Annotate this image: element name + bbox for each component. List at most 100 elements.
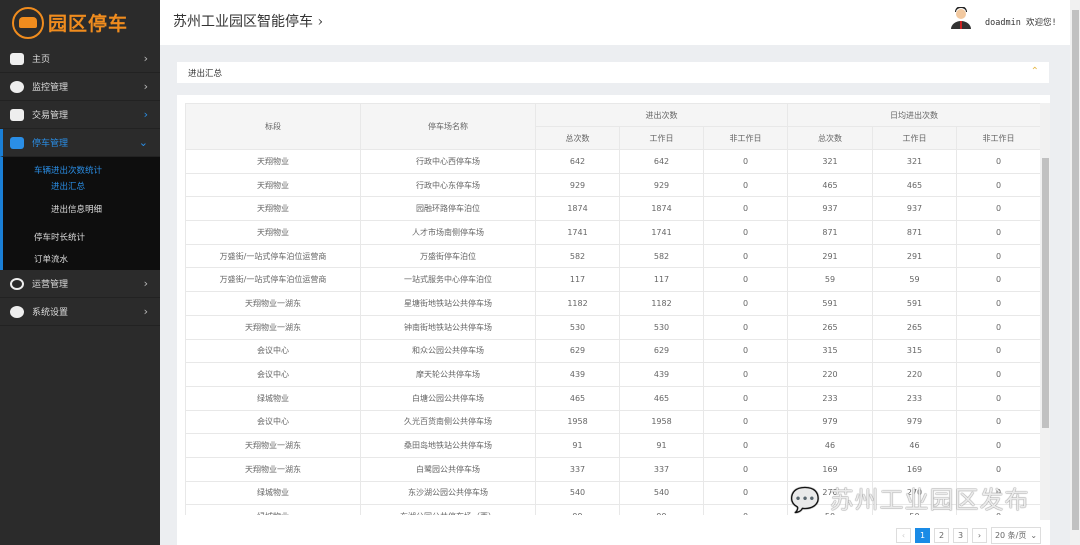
page-scrollbar[interactable] <box>1070 0 1080 545</box>
table-cell: 439 <box>619 362 704 387</box>
col-counts: 进出次数 <box>535 103 788 127</box>
table-cell: 929 <box>535 172 620 198</box>
sidebar-item-operations[interactable]: 运营管理 › <box>0 270 160 298</box>
submenu-detail[interactable]: 进出信息明细 <box>51 203 102 215</box>
submenu-orders[interactable]: 订单流水 <box>34 253 68 265</box>
header: 苏州工业园区智能停车 › doadmin 欢迎您! <box>160 0 1070 45</box>
table-row: 天翔物业 行政中心西停车场 642 642 0 321 321 0 <box>185 149 1040 174</box>
table-row: 会议中心 摩天轮公共停车场 439 439 0 220 220 0 <box>185 362 1040 387</box>
table-cell: 337 <box>619 456 704 482</box>
table-cell: 0 <box>955 291 1040 316</box>
table-cell: 0 <box>703 480 788 506</box>
handshake-icon <box>10 108 24 121</box>
label: 主页 <box>32 55 51 65</box>
table-row: 万盛街/一站式停车泊位运营商 一站式服务中心停车泊位 117 117 0 59 59 0 <box>185 267 1040 293</box>
page-3-button[interactable]: 3 <box>953 528 968 543</box>
table-cell: 629 <box>619 338 704 364</box>
table-cell: 117 <box>619 267 704 293</box>
table-cell: 937 <box>787 196 873 222</box>
submenu-group[interactable]: 车辆进出次数统计 <box>34 164 102 176</box>
table-cell: 315 <box>787 338 873 364</box>
table-cell: 万盛街停车泊位 <box>360 243 536 269</box>
table-row: 天翔物业 人才市场南侧停车场 1741 1741 0 871 871 0 <box>185 220 1040 245</box>
user-greeting: doadmin 欢迎您! <box>985 16 1057 28</box>
table-cell: 0 <box>955 409 1040 435</box>
sidebar-item-home[interactable]: 主页 › <box>0 45 160 73</box>
table-cell: 530 <box>619 314 704 340</box>
table-cell: 0 <box>703 456 788 482</box>
chevron-right-icon: › <box>143 305 148 318</box>
table-cell: 582 <box>535 243 620 269</box>
table-cell: 979 <box>787 409 873 435</box>
table-row: 天翔物业一湖东 白鹭园公共停车场 337 337 0 169 169 0 <box>185 456 1040 482</box>
pagination: ‹ 1 2 3 › 20 条/页 ⌄ <box>896 527 1041 544</box>
table-row: 天翔物业一湖东 桑田岛地铁站公共停车场 91 91 0 46 46 0 <box>185 433 1040 458</box>
chevron-right-icon: › <box>143 277 148 290</box>
chevron-right-icon: › <box>143 108 148 121</box>
table-cell: 0 <box>703 196 788 222</box>
table-cell: 540 <box>535 480 620 506</box>
table-cell: 1874 <box>619 196 704 222</box>
brand-name: 园区停车 <box>48 13 129 35</box>
chevron-right-icon: › <box>143 80 148 93</box>
page-size-select[interactable]: 20 条/页 ⌄ <box>991 527 1041 544</box>
table-cell: 天翔物业 <box>185 172 361 198</box>
submenu-summary[interactable]: 进出汇总 <box>51 180 85 192</box>
table-cell: 315 <box>872 338 957 364</box>
avatar[interactable] <box>951 7 971 29</box>
table-cell: 117 <box>535 267 620 293</box>
sidebar-item-parking[interactable]: 停车管理 ⌄ <box>0 129 160 157</box>
table-cell: 291 <box>872 243 957 269</box>
table-cell: 0 <box>703 243 788 269</box>
table-cell: 0 <box>955 267 1040 293</box>
watermark: 💬 苏州工业园区发布 <box>790 486 1030 514</box>
table-cell: 1741 <box>535 220 620 245</box>
stats-table: 标段 停车场名称 进出次数 日均进出次数 总次数 工作日 非工作日 总次数 工作日 非工作日 天… <box>185 103 1040 515</box>
table-cell: 一站式服务中心停车泊位 <box>360 267 536 293</box>
table-cell: 0 <box>703 385 788 411</box>
table-cell: 233 <box>787 385 873 411</box>
table-cell: 530 <box>535 314 620 340</box>
table-cell: 钟南街地铁站公共停车场 <box>360 314 536 340</box>
table-cell: 白塘公园公共停车场 <box>360 385 536 411</box>
prev-page-button[interactable]: ‹ <box>896 528 911 543</box>
table-cell: 871 <box>872 220 957 245</box>
table-cell: 东沙湖公园公共停车场 <box>360 480 536 506</box>
table-cell: 万盛街/一站式停车泊位运营商 <box>185 243 361 269</box>
next-page-button[interactable]: › <box>972 528 987 543</box>
submenu-duration[interactable]: 停车时长统计 <box>34 231 85 243</box>
table-cell: 465 <box>872 172 957 198</box>
chevron-up-icon[interactable]: ⌃ <box>1031 66 1039 77</box>
col-section: 标段 <box>185 103 361 150</box>
camera-icon <box>10 80 24 93</box>
table-cell: 0 <box>703 314 788 340</box>
table-cell: 0 <box>703 338 788 364</box>
col-workday: 工作日 <box>619 126 704 150</box>
sidebar-item-monitoring[interactable]: 监控管理 › <box>0 73 160 101</box>
table-cell: 0 <box>955 196 1040 222</box>
table-cell: 265 <box>872 314 957 340</box>
page-1-button[interactable]: 1 <box>915 528 930 543</box>
table-cell: 0 <box>703 149 788 174</box>
table-cell: 1958 <box>619 409 704 435</box>
table-cell: 337 <box>535 456 620 482</box>
table-cell: 91 <box>619 433 704 458</box>
table-cell: 天翔物业 <box>185 220 361 245</box>
label: 运营管理 <box>32 280 69 290</box>
table-row: 天翔物业一湖东 钟南街地铁站公共停车场 530 530 0 265 265 0 <box>185 314 1040 340</box>
table-cell: 0 <box>955 149 1040 174</box>
table-cell: 220 <box>787 362 873 387</box>
table-cell: 久光百货南侧公共停车场 <box>360 409 536 435</box>
table-cell: 东湖公园公共停车场（西） <box>360 504 536 515</box>
table-cell: 天翔物业 <box>185 149 361 174</box>
table-cell: 0 <box>955 385 1040 411</box>
table-scrollbar[interactable] <box>1040 103 1050 520</box>
sidebar-item-transactions[interactable]: 交易管理 › <box>0 101 160 129</box>
panel-title: 进出汇总 <box>188 69 223 79</box>
car-icon <box>10 136 24 149</box>
sidebar-item-settings[interactable]: 系统设置 › <box>0 298 160 326</box>
table-cell: 642 <box>535 149 620 174</box>
col-nonworkday: 非工作日 <box>703 126 788 150</box>
table-cell: 0 <box>955 314 1040 340</box>
page-2-button[interactable]: 2 <box>934 528 949 543</box>
